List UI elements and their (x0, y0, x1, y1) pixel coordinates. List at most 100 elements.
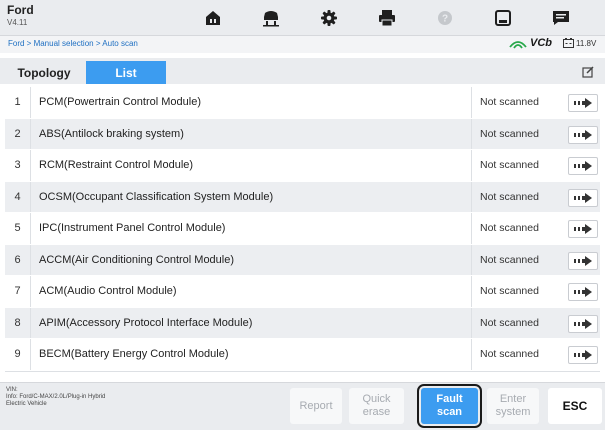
module-name: ACCM(Air Conditioning Control Module) (39, 253, 235, 266)
table-row[interactable]: 3 RCM(Restraint Control Module) Not scanne… (5, 150, 600, 182)
report-button[interactable]: Report (290, 388, 342, 424)
version-label: V4.11 (7, 18, 28, 27)
row-number: 5 (5, 213, 31, 244)
row-number: 9 (5, 339, 31, 370)
scan-status: Not scanned (471, 181, 557, 212)
table-row[interactable]: 1 PCM(Powertrain Control Module) Not scann… (5, 87, 600, 119)
brand-name: Ford (7, 3, 34, 17)
module-name: RCM(Restraint Control Module) (39, 159, 194, 172)
battery-icon (563, 38, 574, 48)
enter-system-button[interactable]: Enter system (487, 388, 539, 424)
arrow-right-icon (574, 224, 592, 234)
module-name: ABS(Antilock braking system) (39, 127, 184, 140)
table-row[interactable]: 5 IPC(Instrument Panel Control Module) Not… (5, 213, 600, 245)
enter-module-button[interactable] (568, 188, 598, 207)
enter-module-button[interactable] (568, 125, 598, 144)
help-button[interactable]: ? (416, 0, 474, 36)
table-row[interactable]: 9 BECM(Battery Energy Control Module) Not … (5, 339, 600, 371)
help-icon: ? (438, 11, 452, 25)
table-row[interactable]: 2 ABS(Antilock braking system) Not scanned (5, 118, 600, 150)
arrow-right-icon (574, 129, 592, 140)
top-toolbar: Ford V4.11 ? (0, 0, 605, 36)
row-number: 2 (5, 118, 31, 149)
module-name: OCSM(Occupant Classification System Modu… (39, 190, 274, 203)
battery-status: 11.8V (563, 38, 596, 48)
module-name: ACM(Audio Control Module) (39, 285, 177, 298)
enter-module-button[interactable] (568, 220, 598, 238)
svg-text:?: ? (442, 14, 448, 25)
view-tabs: Topology List (0, 58, 605, 84)
breadcrumb-bar: Ford > Manual selection > Auto scan VCb … (0, 36, 605, 53)
fault-scan-button[interactable]: Fault scan (421, 388, 478, 424)
enter-system-line2: system (495, 406, 531, 418)
arrow-right-icon (574, 318, 592, 329)
enter-module-button[interactable] (568, 157, 598, 175)
table-row-partial (5, 370, 600, 379)
row-number: 8 (5, 307, 31, 338)
settings-button[interactable] (300, 0, 358, 36)
home-icon (206, 11, 220, 25)
print-button[interactable] (358, 0, 416, 36)
scan-status: Not scanned (471, 213, 557, 244)
enter-module-button[interactable] (568, 94, 598, 112)
module-name: PCM(Powertrain Control Module) (39, 96, 201, 109)
scan-status: Not scanned (471, 339, 557, 370)
table-row[interactable]: 6 ACCM(Air Conditioning Control Module) No… (5, 244, 600, 276)
row-number: 4 (5, 181, 31, 212)
row-number: 6 (5, 244, 31, 275)
esc-button[interactable]: ESC (548, 388, 602, 424)
quick-erase-button[interactable]: Quick erase (349, 388, 404, 424)
vci-label: VCb (530, 37, 552, 49)
save-icon (495, 10, 511, 26)
arrow-right-icon (574, 192, 592, 203)
table-row[interactable]: 8 APIM(Accessory Protocol Interface Modul… (5, 307, 600, 339)
tab-topology[interactable]: Topology (7, 61, 81, 84)
home-button[interactable] (184, 0, 242, 36)
module-table: 1 PCM(Powertrain Control Module) Not scann… (5, 87, 600, 379)
scan-status: Not scanned (471, 150, 557, 181)
message-button[interactable] (532, 0, 590, 36)
scan-status: Not scanned (471, 87, 557, 118)
save-button[interactable] (474, 0, 532, 36)
row-number: 7 (5, 276, 31, 307)
arrow-right-icon (574, 98, 592, 108)
module-name: APIM(Accessory Protocol Interface Module… (39, 316, 253, 329)
vehicle-menu-button[interactable] (242, 0, 300, 36)
enter-module-button[interactable] (568, 251, 598, 270)
scan-status: Not scanned (471, 307, 557, 338)
wifi-connection-icon (509, 40, 527, 49)
arrow-right-icon (574, 161, 592, 171)
tab-list[interactable]: List (86, 61, 166, 84)
brand-block: Ford V4.11 (7, 3, 34, 28)
enter-system-line1: Enter (499, 393, 527, 405)
printer-icon (379, 10, 395, 27)
enter-module-button[interactable] (568, 314, 598, 333)
gear-icon (321, 10, 337, 26)
vehicle-info: Info: Ford/C-MAX/2.0L/Plug-in Hybrid Ele… (6, 394, 106, 407)
vehicle-lift-icon (263, 11, 279, 27)
scan-status: Not scanned (471, 244, 557, 275)
scan-status: Not scanned (471, 276, 557, 307)
fault-scan-line2: scan (436, 406, 463, 418)
enter-module-button[interactable] (568, 346, 598, 364)
quick-erase-line2: erase (362, 406, 391, 418)
row-number: 1 (5, 87, 31, 118)
module-name: IPC(Instrument Panel Control Module) (39, 222, 226, 235)
table-row[interactable]: 4 OCSM(Occupant Classification System Mod… (5, 181, 600, 213)
table-row[interactable]: 7 ACM(Audio Control Module) Not scanned (5, 276, 600, 308)
vci-status: VCb (509, 37, 552, 49)
module-name: BECM(Battery Energy Control Module) (39, 348, 229, 361)
quick-erase-line1: Quick (362, 393, 391, 405)
arrow-right-icon (574, 350, 592, 360)
breadcrumb: Ford > Manual selection > Auto scan (8, 39, 138, 48)
bottom-bar: VIN: Info: Ford/C-MAX/2.0L/Plug-in Hybri… (0, 382, 605, 430)
arrow-right-icon (574, 287, 592, 297)
scan-status: Not scanned (471, 118, 557, 149)
edit-icon[interactable] (582, 66, 594, 78)
enter-module-button[interactable] (568, 283, 598, 301)
arrow-right-icon (574, 255, 592, 266)
message-icon (553, 11, 569, 25)
row-number: 3 (5, 150, 31, 181)
fault-scan-line1: Fault (436, 393, 463, 405)
vin-label: VIN: (6, 387, 18, 393)
